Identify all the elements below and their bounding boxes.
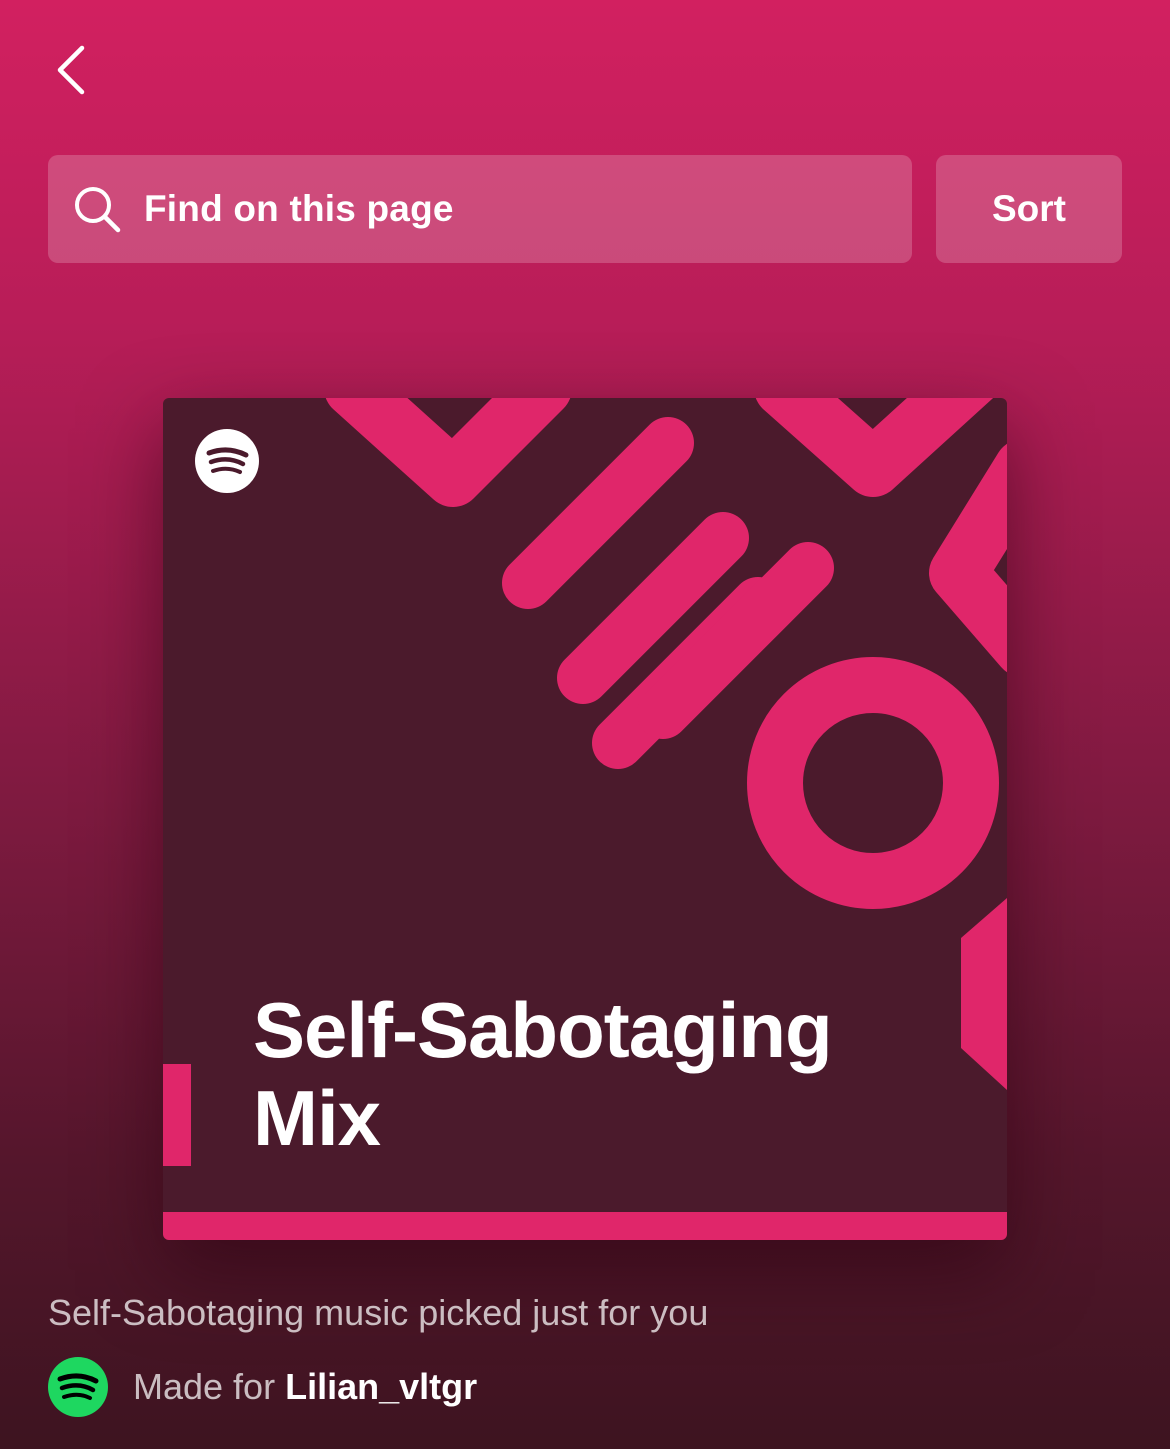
search-placeholder: Find on this page bbox=[144, 188, 454, 229]
spotify-logo-icon bbox=[48, 1357, 108, 1417]
cover-title-line1: Self-Sabotaging bbox=[253, 986, 833, 1074]
sort-button[interactable]: Sort bbox=[936, 155, 1122, 263]
made-for-user-link[interactable]: Lilian_vltgr bbox=[285, 1366, 477, 1408]
playlist-description: Self-Sabotaging music picked just for yo… bbox=[48, 1292, 709, 1333]
made-for-row: Made for Lilian_vltgr bbox=[48, 1356, 477, 1418]
made-for-label: Made for bbox=[133, 1366, 276, 1407]
cover-title: Self-Sabotaging Mix bbox=[253, 986, 833, 1162]
back-button[interactable] bbox=[40, 36, 104, 104]
chevron-left-icon bbox=[57, 45, 85, 95]
find-on-page-search[interactable]: Find on this page bbox=[48, 155, 912, 263]
playlist-cover: Self-Sabotaging Mix bbox=[163, 398, 1007, 1240]
cover-title-line2: Mix bbox=[253, 1074, 381, 1162]
search-icon bbox=[75, 187, 121, 233]
spotify-logo-icon bbox=[195, 429, 259, 493]
